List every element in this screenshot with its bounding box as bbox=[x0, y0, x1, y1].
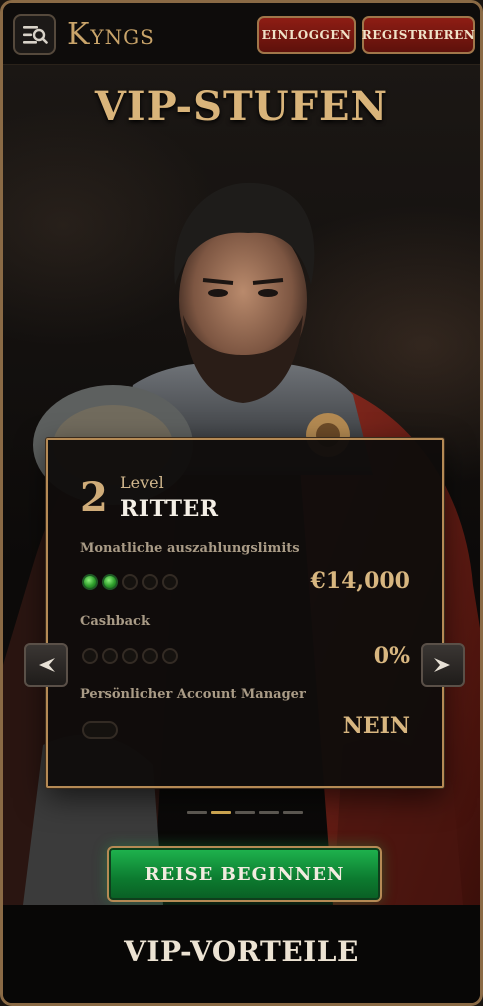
cashback-label: Cashback bbox=[80, 614, 150, 629]
top-header: K YNGS EINLOGGEN REGISTRIEREN bbox=[3, 3, 480, 65]
level-name: RITTER bbox=[120, 496, 219, 522]
level-label: Level bbox=[120, 473, 164, 492]
previous-level-button[interactable] bbox=[24, 643, 68, 687]
indicator-dot-filled bbox=[82, 574, 98, 590]
vip-benefits-title: VIP-VORTEILE bbox=[124, 935, 359, 968]
pagination-dot[interactable] bbox=[259, 811, 279, 814]
account-manager-value: NEIN bbox=[342, 713, 410, 739]
login-button[interactable]: EINLOGGEN bbox=[257, 16, 356, 54]
logo-rest: YNGS bbox=[90, 25, 155, 49]
vip-level-card: 2 Level RITTER Monatliche auszahlungslim… bbox=[46, 438, 444, 788]
vip-levels-hero: VIP-STUFEN 2 Level RITTER Monatliche aus… bbox=[3, 65, 480, 905]
pagination-dot[interactable] bbox=[187, 811, 207, 814]
level-number: 2 bbox=[80, 474, 108, 521]
withdrawal-limit-value: €14,000 bbox=[310, 568, 410, 594]
pagination-dot[interactable] bbox=[235, 811, 255, 814]
page-title: VIP-STUFEN bbox=[94, 83, 389, 130]
account-manager-indicator bbox=[82, 721, 118, 739]
indicator-dot-empty bbox=[102, 648, 118, 664]
cashback-indicator bbox=[82, 648, 178, 664]
indicator-dot-empty bbox=[142, 648, 158, 664]
chevron-left-icon bbox=[39, 658, 55, 672]
withdrawal-limit-indicator bbox=[82, 574, 178, 590]
register-button[interactable]: REGISTRIEREN bbox=[362, 16, 475, 54]
indicator-dot-empty bbox=[162, 574, 178, 590]
account-manager-label: Persönlicher Account Manager bbox=[80, 687, 306, 702]
carousel-pagination bbox=[187, 811, 303, 814]
indicator-dot-empty bbox=[82, 648, 98, 664]
withdrawal-limit-label: Monatliche auszahlungslimits bbox=[80, 541, 300, 556]
logo-initial: K bbox=[67, 17, 91, 52]
search-menu-button[interactable] bbox=[13, 14, 56, 55]
chevron-right-icon bbox=[434, 658, 450, 672]
cashback-value: 0% bbox=[373, 643, 410, 669]
indicator-dot-empty bbox=[122, 574, 138, 590]
indicator-dot-empty bbox=[142, 574, 158, 590]
indicator-dot-empty bbox=[122, 648, 138, 664]
pagination-dot[interactable] bbox=[283, 811, 303, 814]
vip-benefits-section: VIP-VORTEILE bbox=[3, 905, 480, 1003]
brand-logo[interactable]: K YNGS bbox=[67, 17, 155, 53]
search-menu-icon bbox=[22, 25, 48, 44]
next-level-button[interactable] bbox=[421, 643, 465, 687]
start-journey-button[interactable]: REISE BEGINNEN bbox=[107, 846, 382, 902]
indicator-dot-empty bbox=[162, 648, 178, 664]
app-frame: K YNGS EINLOGGEN REGISTRIEREN VIP-STUFEN bbox=[0, 0, 483, 1006]
pagination-dot-active[interactable] bbox=[211, 811, 231, 814]
indicator-dot-filled bbox=[102, 574, 118, 590]
